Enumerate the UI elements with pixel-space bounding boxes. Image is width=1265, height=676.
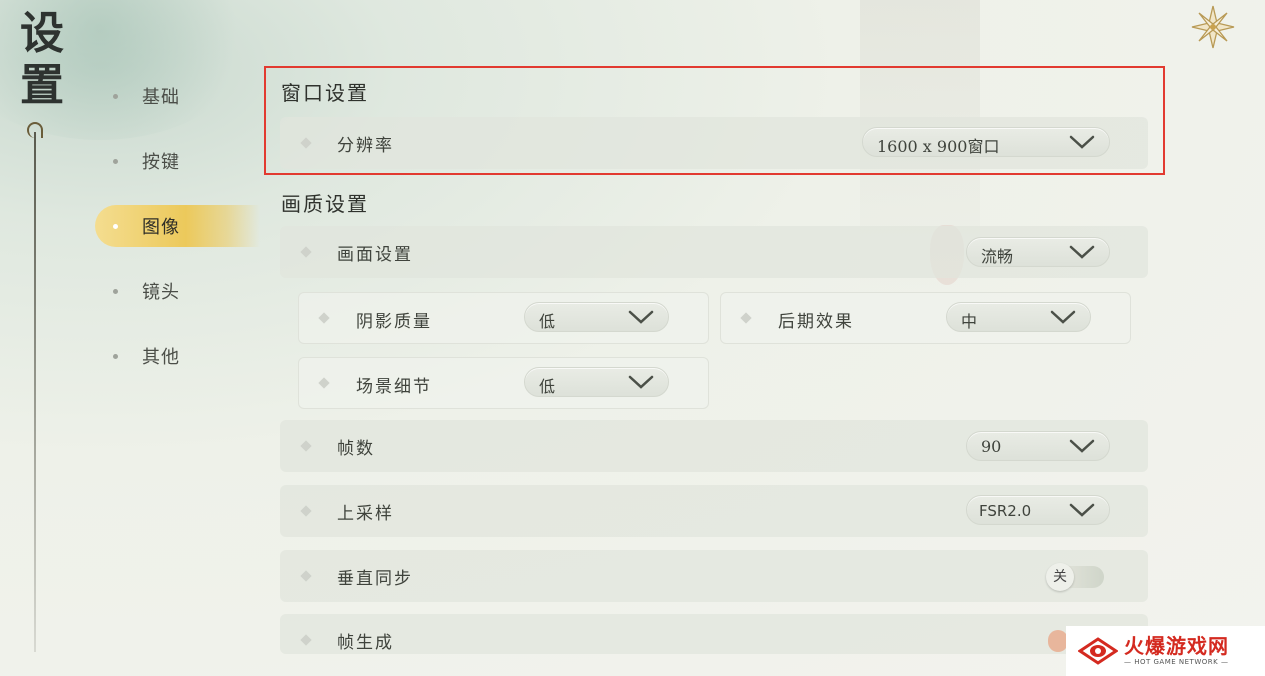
bullet-icon [318, 312, 330, 324]
page-title: 设置 [20, 8, 64, 111]
bullet-icon [113, 93, 118, 99]
sidebar-item-label: 基础 [142, 87, 180, 108]
sidebar-item-keys[interactable]: 按键 [95, 140, 255, 182]
chevron-down-icon [628, 375, 654, 389]
title-divider-line [34, 132, 36, 652]
dropdown-value: 流畅 [981, 247, 1014, 266]
watermark-sub-text: — HOT GAME NETWORK — [1124, 658, 1229, 666]
dropdown-value: 低 [539, 377, 556, 396]
upscale-dropdown[interactable]: FSR2.0 [966, 495, 1110, 525]
scene-detail-dropdown[interactable]: 低 [524, 367, 669, 397]
setting-label: 后期效果 [778, 312, 854, 332]
dropdown-value: 中 [961, 312, 978, 331]
watermark: 火爆游戏网 — HOT GAME NETWORK — [1066, 626, 1265, 676]
bullet-icon [300, 505, 312, 517]
setting-label: 阴影质量 [356, 312, 432, 332]
preset-dropdown[interactable]: 流畅 [966, 237, 1110, 267]
sidebar-item-label: 其他 [142, 347, 180, 368]
setting-label: 帧数 [337, 439, 375, 459]
highlight-annotation-box [264, 66, 1165, 175]
chevron-down-icon [1069, 245, 1095, 259]
sidebar-item-other[interactable]: 其他 [95, 335, 255, 377]
fps-dropdown[interactable]: 90 [966, 431, 1110, 461]
bullet-icon [300, 440, 312, 452]
vsync-toggle[interactable]: 关 [1046, 563, 1104, 591]
setting-label: 帧生成 [337, 633, 394, 653]
bullet-icon [113, 288, 118, 294]
toggle-knob: 关 [1046, 563, 1074, 591]
sidebar-item-basic[interactable]: 基础 [95, 75, 255, 117]
fire-eye-logo-icon [1078, 637, 1118, 665]
chevron-down-icon [628, 310, 654, 324]
dropdown-value: FSR2.0 [979, 502, 1032, 520]
setting-row-framegen: 帧生成 [280, 614, 1148, 654]
setting-label: 画面设置 [337, 245, 413, 265]
post-effects-dropdown[interactable]: 中 [946, 302, 1091, 332]
bullet-icon [113, 353, 118, 359]
dropdown-value: 90 [981, 437, 1002, 456]
setting-label: 上采样 [337, 504, 394, 524]
sidebar-item-label: 图像 [142, 217, 180, 238]
setting-label: 垂直同步 [337, 569, 413, 589]
chevron-down-icon [1050, 310, 1076, 324]
shadow-dropdown[interactable]: 低 [524, 302, 669, 332]
bullet-icon [300, 246, 312, 258]
setting-row-vsync: 垂直同步 [280, 550, 1148, 602]
sidebar-item-label: 镜头 [142, 282, 180, 303]
framegen-toggle[interactable] [1048, 630, 1068, 652]
dropdown-value: 低 [539, 312, 556, 331]
bullet-icon [113, 158, 118, 164]
chevron-down-icon [1069, 439, 1095, 453]
section-title-quality: 画质设置 [281, 192, 369, 216]
bullet-icon [300, 634, 312, 646]
bullet-icon [113, 223, 118, 229]
flower-star-icon[interactable] [1190, 4, 1236, 50]
bullet-icon [740, 312, 752, 324]
bullet-icon [300, 570, 312, 582]
sidebar-item-label: 按键 [142, 152, 180, 173]
setting-label: 场景细节 [356, 377, 432, 397]
sidebar-item-camera[interactable]: 镜头 [95, 270, 255, 312]
sidebar-item-graphics[interactable]: 图像 [95, 205, 260, 247]
chevron-down-icon [1069, 503, 1095, 517]
bullet-icon [318, 377, 330, 389]
watermark-main-text: 火爆游戏网 [1124, 634, 1229, 658]
